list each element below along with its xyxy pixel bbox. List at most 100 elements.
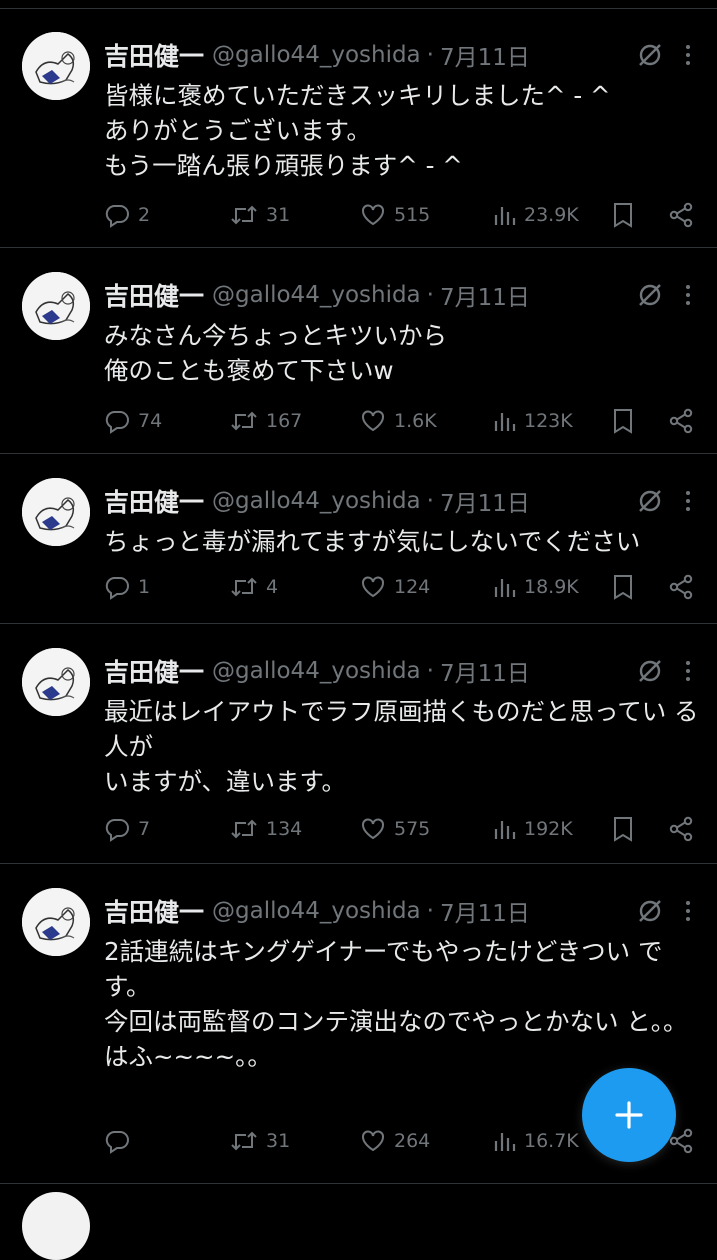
like-count: 515 xyxy=(394,204,431,226)
handle[interactable]: @gallo44_yoshida xyxy=(212,898,421,924)
separator-dot: · xyxy=(426,488,434,514)
bookmark-button[interactable] xyxy=(612,574,634,600)
separator-dot: · xyxy=(426,898,434,924)
views-icon xyxy=(494,1133,516,1151)
tweet[interactable]: 吉田健一 @gallo44_yoshida · 7月11日 皆様に褒めていただき… xyxy=(0,8,717,248)
retweet-button[interactable]: 134 xyxy=(230,817,302,841)
timestamp[interactable]: 7月11日 xyxy=(440,278,530,312)
reply-count: 74 xyxy=(138,410,163,432)
avatar[interactable] xyxy=(22,272,90,340)
avatar[interactable] xyxy=(22,32,90,100)
bookmark-button[interactable] xyxy=(612,816,634,842)
reply-button[interactable]: 74 xyxy=(104,408,162,434)
compose-button[interactable] xyxy=(582,1068,676,1162)
views-button[interactable]: 23.9K xyxy=(492,203,579,227)
tweet-header: 吉田健一 @gallo44_yoshida · 7月11日 xyxy=(104,654,530,688)
views-icon xyxy=(494,821,516,839)
tweet-text: 最近はレイアウトでラフ原画描くものだと思ってい る人が いますが、違います。 xyxy=(104,697,699,796)
heart-icon xyxy=(362,1130,384,1152)
more-options-icon[interactable] xyxy=(685,660,691,686)
bookmark-button[interactable] xyxy=(612,408,634,434)
more-options-icon[interactable] xyxy=(685,284,691,310)
reply-button[interactable]: 1 xyxy=(104,574,150,600)
handle[interactable]: @gallo44_yoshida xyxy=(212,42,421,68)
tweet-actions: 2 31 515 23.9K xyxy=(104,200,694,230)
views-button[interactable]: 123K xyxy=(492,409,573,433)
views-button[interactable]: 192K xyxy=(492,817,573,841)
avatar[interactable] xyxy=(22,478,90,546)
like-button[interactable]: 1.6K xyxy=(360,409,437,433)
next-tweet-avatar[interactable] xyxy=(22,1192,90,1260)
views-icon xyxy=(494,207,516,225)
heart-icon xyxy=(362,410,384,432)
bookmark-icon xyxy=(614,575,632,600)
share-button[interactable] xyxy=(668,408,694,434)
handle[interactable]: @gallo44_yoshida xyxy=(212,282,421,308)
grok-icon[interactable] xyxy=(637,42,663,72)
share-icon xyxy=(669,816,693,842)
retweet-button[interactable]: 4 xyxy=(230,575,278,599)
reply-button[interactable] xyxy=(104,1128,138,1154)
bookmark-button[interactable] xyxy=(612,202,634,228)
timestamp[interactable]: 7月11日 xyxy=(440,484,530,518)
retweet-count: 4 xyxy=(266,576,279,598)
avatar[interactable] xyxy=(22,648,90,716)
tweet[interactable]: 吉田健一 @gallo44_yoshida · 7月11日 みなさん今ちょっとキ… xyxy=(0,248,717,454)
more-options-icon[interactable] xyxy=(685,44,691,70)
tweet[interactable]: 吉田健一 @gallo44_yoshida · 7月11日 ちょっと毒が漏れてま… xyxy=(0,454,717,624)
tweet-text: 皆様に褒めていただきスッキリしました^ - ^ ありがとうございます。 もう一踏… xyxy=(104,81,611,180)
tweet-text: 2話連続はキングゲイナーでもやったけどきつい です。 今回は両監督のコンテ演出な… xyxy=(104,937,688,1071)
share-button[interactable] xyxy=(668,202,694,228)
separator-dot: · xyxy=(426,282,434,308)
like-button[interactable]: 264 xyxy=(360,1129,430,1153)
retweet-count: 167 xyxy=(266,410,303,432)
grok-icon[interactable] xyxy=(637,898,663,928)
timestamp[interactable]: 7月11日 xyxy=(440,894,530,928)
like-button[interactable]: 515 xyxy=(360,203,430,227)
tweet-header: 吉田健一 @gallo44_yoshida · 7月11日 xyxy=(104,894,530,928)
handle[interactable]: @gallo44_yoshida xyxy=(212,658,421,684)
views-button[interactable]: 16.7K xyxy=(492,1129,579,1153)
reply-button[interactable]: 7 xyxy=(104,816,150,842)
share-button[interactable] xyxy=(668,574,694,600)
tweet-actions: 74 167 1.6K 123K xyxy=(104,406,694,436)
plus-icon xyxy=(615,1101,643,1129)
grok-icon[interactable] xyxy=(637,658,663,688)
grok-icon[interactable] xyxy=(637,488,663,518)
tweet-actions: 1 4 124 18.9K xyxy=(104,572,694,602)
retweet-count: 134 xyxy=(266,818,303,840)
view-count: 23.9K xyxy=(524,204,579,226)
tweet-header: 吉田健一 @gallo44_yoshida · 7月11日 xyxy=(104,484,530,518)
separator-dot: · xyxy=(426,658,434,684)
reply-icon xyxy=(105,411,129,434)
handle[interactable]: @gallo44_yoshida xyxy=(212,488,421,514)
like-button[interactable]: 124 xyxy=(360,575,430,599)
grok-icon[interactable] xyxy=(637,282,663,312)
more-options-icon[interactable] xyxy=(685,900,691,926)
display-name[interactable]: 吉田健一 xyxy=(104,277,204,313)
share-button[interactable] xyxy=(668,816,694,842)
like-button[interactable]: 575 xyxy=(360,817,430,841)
retweet-count: 31 xyxy=(266,204,291,226)
tweet-text: ちょっと毒が漏れてますが気にしないでください xyxy=(104,527,641,556)
tweet-text: みなさん今ちょっとキツいから 俺のことも褒めて下さいw xyxy=(104,321,447,385)
timestamp[interactable]: 7月11日 xyxy=(440,654,530,688)
display-name[interactable]: 吉田健一 xyxy=(104,483,204,519)
retweet-button[interactable]: 31 xyxy=(230,1129,290,1153)
display-name[interactable]: 吉田健一 xyxy=(104,893,204,929)
bookmark-icon xyxy=(614,409,632,434)
reply-icon xyxy=(105,577,129,600)
views-button[interactable]: 18.9K xyxy=(492,575,579,599)
separator-dot: · xyxy=(426,42,434,68)
retweet-button[interactable]: 167 xyxy=(230,409,302,433)
avatar[interactable] xyxy=(22,888,90,956)
display-name[interactable]: 吉田健一 xyxy=(104,37,204,73)
header-icons xyxy=(637,282,691,312)
reply-button[interactable]: 2 xyxy=(104,202,150,228)
timestamp[interactable]: 7月11日 xyxy=(440,38,530,72)
tweet-actions: 7 134 575 192K xyxy=(104,814,694,844)
retweet-button[interactable]: 31 xyxy=(230,203,290,227)
tweet[interactable]: 吉田健一 @gallo44_yoshida · 7月11日 最近はレイアウトでラ… xyxy=(0,624,717,864)
more-options-icon[interactable] xyxy=(685,490,691,516)
display-name[interactable]: 吉田健一 xyxy=(104,653,204,689)
